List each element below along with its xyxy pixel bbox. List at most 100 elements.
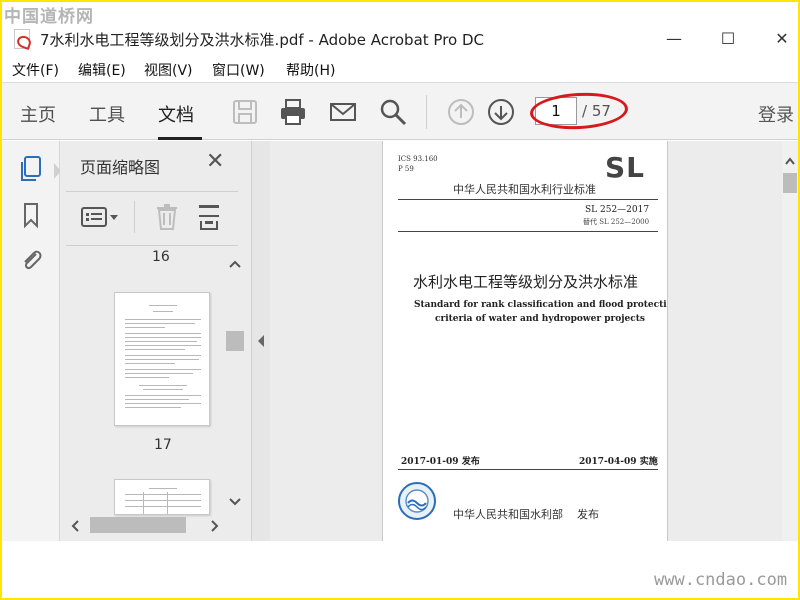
minimize-button[interactable]: —	[662, 28, 686, 50]
text-line	[125, 395, 201, 396]
h-scroll-thumb[interactable]	[90, 517, 186, 533]
page-up-icon[interactable]	[446, 97, 476, 127]
standard-title-en-2: criteria of water and hydropower project…	[435, 314, 645, 324]
panel-collapse-strip[interactable]	[252, 141, 270, 541]
scroll-down-icon[interactable]	[229, 497, 241, 507]
text-line	[125, 355, 201, 356]
text-line	[149, 488, 177, 489]
text-line	[125, 494, 201, 495]
app-window: 7水利水电工程等级划分及洪水标准.pdf - Adobe Acrobat Pro…	[2, 2, 798, 598]
thumbnail-panel-title: 页面缩略图	[80, 158, 161, 177]
email-icon[interactable]	[328, 97, 358, 127]
ics-code: ICS 93.160	[398, 155, 438, 163]
text-line	[149, 305, 177, 306]
menu-edit[interactable]: 编辑(E)	[78, 60, 126, 80]
text-line	[125, 377, 169, 378]
page-down-icon[interactable]	[486, 97, 516, 127]
text-line	[125, 349, 185, 350]
text-line	[125, 341, 197, 342]
menu-file[interactable]: 文件(F)	[12, 60, 59, 80]
text-line	[125, 323, 195, 324]
scroll-right-icon[interactable]	[210, 520, 220, 532]
text-line	[125, 337, 201, 338]
scroll-left-icon[interactable]	[70, 520, 80, 532]
text-line	[125, 345, 201, 346]
search-icon[interactable]	[378, 97, 408, 127]
maximize-button[interactable]: ☐	[716, 28, 740, 50]
text-line	[125, 506, 201, 507]
text-line	[125, 359, 199, 360]
p-code: P 59	[398, 165, 414, 173]
text-line	[125, 319, 201, 320]
scroll-up-icon[interactable]	[785, 157, 795, 165]
thumbnail-page-label: 17	[154, 437, 172, 453]
toolbar: 主页 工具 文档 1 / 57 登录	[2, 82, 798, 140]
standard-title-cn: 水利水电工程等级划分及洪水标准	[413, 273, 639, 291]
document-view: ICS 93.160 P 59 SL 中华人民共和国水利行业标准 SL 252—…	[270, 141, 798, 541]
implementation-date: 2017-04-09 实施	[579, 457, 658, 467]
left-rail	[2, 141, 61, 541]
scroll-up-icon[interactable]	[229, 259, 241, 269]
menu-bar: 文件(F) 编辑(E) 视图(V) 窗口(W) 帮助(H)	[2, 58, 798, 82]
document-vertical-scrollbar[interactable]	[782, 141, 798, 541]
window-title: 7水利水电工程等级划分及洪水标准.pdf - Adobe Acrobat Pro…	[40, 31, 485, 49]
thumbnail-panel: 页面缩略图 ✕ 16 17	[60, 141, 252, 541]
save-icon[interactable]	[230, 97, 260, 127]
replaces-standard: 替代 SL 252—2000	[583, 218, 650, 226]
issue-date: 2017-01-09 发布	[401, 457, 480, 467]
thumbnail-vertical-scrollbar[interactable]	[226, 255, 244, 511]
toolbar-separator	[426, 95, 427, 129]
text-line	[143, 389, 183, 390]
sl-logo: SL	[605, 151, 646, 184]
menu-window[interactable]: 窗口(W)	[212, 60, 265, 80]
print-icon[interactable]	[278, 97, 308, 127]
table-rule	[167, 492, 168, 514]
issuing-authority: 中华人民共和国水利部	[453, 508, 563, 521]
menu-help[interactable]: 帮助(H)	[286, 60, 335, 80]
table-rule	[143, 492, 144, 514]
scroll-thumb[interactable]	[783, 173, 797, 193]
thumbnail-horizontal-scrollbar[interactable]	[66, 515, 226, 535]
tab-tools[interactable]: 工具	[89, 101, 125, 127]
menu-view[interactable]: 视图(V)	[144, 60, 193, 80]
divider	[66, 191, 238, 192]
close-button[interactable]: ✕	[770, 28, 794, 50]
attachment-icon[interactable]	[18, 245, 44, 273]
text-line	[153, 311, 173, 312]
collapse-left-icon[interactable]	[256, 334, 266, 348]
pages-icon[interactable]	[18, 155, 44, 183]
bookmark-icon[interactable]	[18, 201, 44, 229]
scroll-thumb[interactable]	[226, 331, 244, 351]
delete-page-icon[interactable]	[154, 203, 180, 231]
tab-home[interactable]: 主页	[20, 101, 56, 127]
tab-document[interactable]: 文档	[158, 101, 194, 127]
text-line	[125, 333, 201, 334]
thumbnail-close-button[interactable]: ✕	[206, 149, 224, 174]
thumbnail-page-17[interactable]	[114, 292, 210, 426]
watermark-bottom: www.cndao.com	[654, 570, 788, 590]
thumbnail-options-icon[interactable]	[80, 205, 120, 229]
header-rule	[398, 231, 658, 232]
thumbnail-page-18[interactable]	[114, 479, 210, 515]
thumbnail-page-label: 16	[152, 249, 170, 265]
thumb-label-clip: 16	[66, 247, 226, 267]
divider	[66, 245, 238, 246]
pdf-page: ICS 93.160 P 59 SL 中华人民共和国水利行业标准 SL 252—…	[382, 141, 668, 541]
header-rule	[398, 199, 658, 200]
text-line	[125, 327, 165, 328]
extract-pages-icon[interactable]	[196, 203, 222, 231]
standard-title-en-1: Standard for rank classification and flo…	[414, 300, 668, 310]
text-line	[125, 369, 201, 370]
text-line	[125, 407, 181, 408]
footer-rule	[398, 469, 658, 470]
divider	[134, 201, 135, 233]
pdf-file-icon	[14, 29, 30, 49]
login-button[interactable]: 登录	[758, 101, 794, 127]
text-line	[125, 373, 193, 374]
text-line	[125, 500, 201, 501]
watermark-top: 中国道桥网	[4, 7, 94, 27]
text-line	[125, 399, 189, 400]
standard-number: SL 252—2017	[585, 205, 650, 215]
text-line	[125, 403, 201, 404]
text-line	[125, 363, 175, 364]
